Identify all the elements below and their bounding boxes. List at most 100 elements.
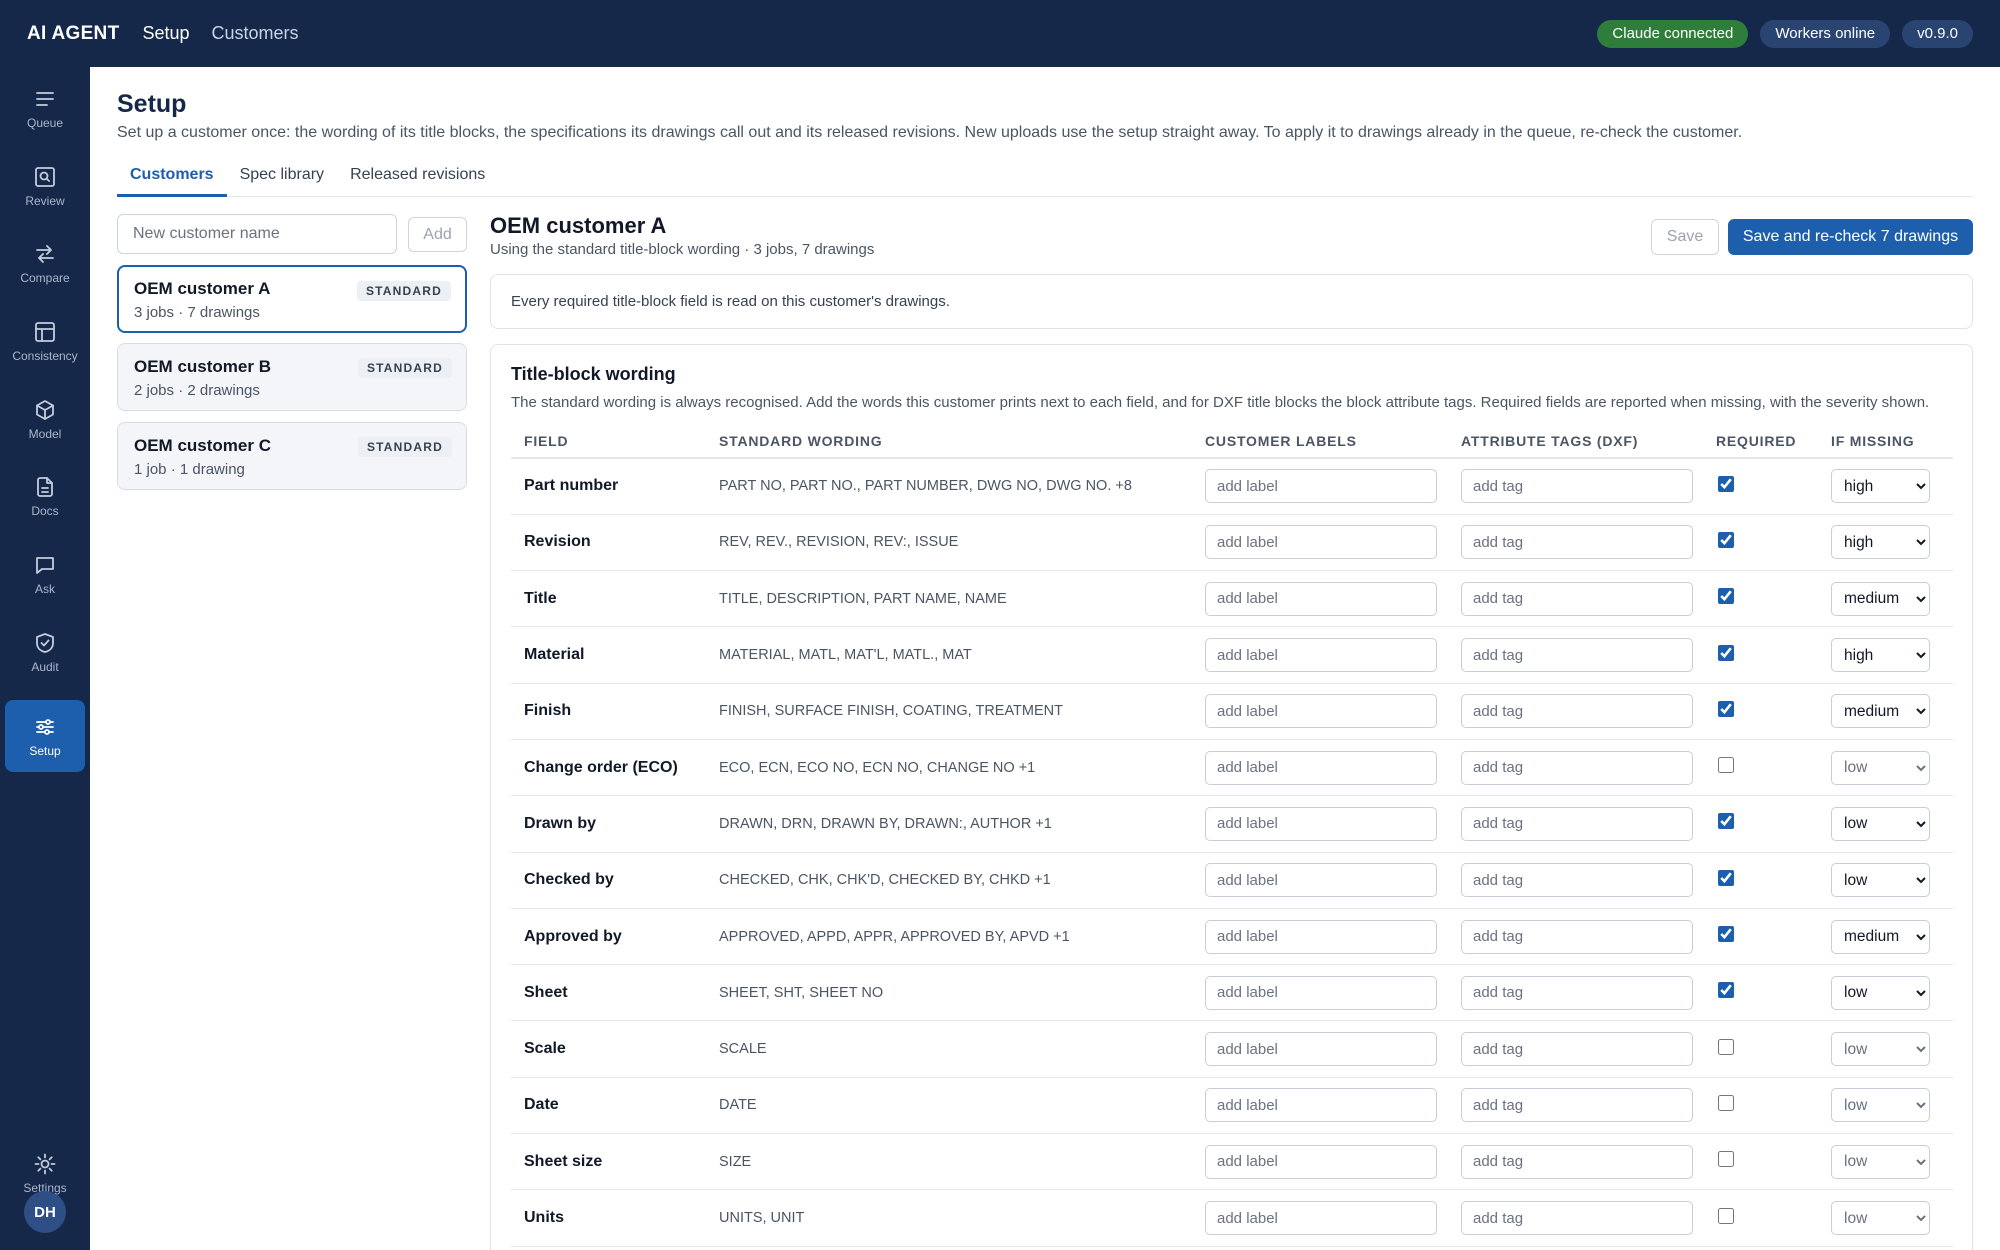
attribute-tag-input[interactable] [1461, 469, 1693, 504]
attribute-tag-input[interactable] [1461, 919, 1693, 954]
tab-spec-library[interactable]: Spec library [227, 161, 337, 197]
severity-select[interactable]: highmediumlow [1831, 750, 1930, 785]
severity-select[interactable]: highmediumlow [1831, 975, 1930, 1010]
column-header: CUSTOMER LABELS [1192, 425, 1448, 459]
sidebar-item-ask[interactable]: Ask [5, 538, 85, 610]
tab-released-revisions[interactable]: Released revisions [337, 161, 498, 197]
add-customer-button[interactable]: Add [408, 217, 467, 252]
customer-label-input[interactable] [1205, 863, 1437, 898]
attribute-tag-input[interactable] [1461, 694, 1693, 729]
required-checkbox[interactable] [1718, 813, 1734, 830]
customer-label-input[interactable] [1205, 525, 1437, 560]
customer-label-input[interactable] [1205, 694, 1437, 729]
model-icon [36, 399, 54, 420]
customer-meta: 2 jobs · 2 drawings [134, 382, 260, 399]
sidebar-item-queue[interactable]: Queue [5, 72, 85, 144]
attribute-tag-input[interactable] [1461, 1088, 1693, 1123]
sidebar-item-audit[interactable]: Audit [5, 616, 85, 688]
required-checkbox[interactable] [1718, 757, 1734, 774]
customer-card-b[interactable]: OEM customer B 2 jobs · 2 drawings STAND… [117, 343, 467, 411]
field-name: Material [511, 626, 706, 684]
required-cell [1703, 1077, 1818, 1135]
brand-logo[interactable]: AI AGENT [27, 23, 119, 45]
avatar[interactable]: DH [24, 1191, 66, 1233]
severity-select[interactable]: highmediumlow [1831, 525, 1930, 560]
attribute-tag-input[interactable] [1461, 525, 1693, 560]
customer-label-input[interactable] [1205, 1088, 1437, 1123]
required-checkbox[interactable] [1718, 588, 1734, 605]
customer-labels-cell [1192, 683, 1448, 740]
customer-labels-cell [1192, 570, 1448, 628]
customer-label-input[interactable] [1205, 1144, 1437, 1179]
sidebar-item-consistency[interactable]: Consistency [5, 305, 85, 377]
required-cell [1703, 964, 1818, 1022]
topnav-customers[interactable]: Customers [212, 23, 299, 44]
standard-wording: SCALE [706, 1020, 1192, 1078]
severity-select[interactable]: highmediumlow [1831, 919, 1930, 954]
save-recheck-button[interactable]: Save and re-check 7 drawings [1728, 219, 1973, 255]
sidebar-item-model[interactable]: Model [5, 383, 85, 455]
attribute-tag-input[interactable] [1461, 638, 1693, 673]
attribute-tag-input[interactable] [1461, 750, 1693, 785]
customer-label-input[interactable] [1205, 806, 1437, 841]
required-checkbox[interactable] [1718, 700, 1734, 717]
attribute-tag-input[interactable] [1461, 581, 1693, 616]
customer-label-input[interactable] [1205, 638, 1437, 673]
severity-select[interactable]: highmediumlow [1831, 806, 1930, 841]
customer-labels-cell [1192, 739, 1448, 797]
sidebar-item-docs[interactable]: Docs [5, 460, 85, 532]
required-cell [1703, 1189, 1818, 1247]
required-checkbox[interactable] [1718, 1094, 1734, 1111]
severity-select[interactable]: highmediumlow [1831, 1032, 1930, 1067]
customer-label-input[interactable] [1205, 919, 1437, 954]
docs-icon [37, 476, 53, 497]
customer-label-input[interactable] [1205, 581, 1437, 616]
field-name: Date [511, 1077, 706, 1135]
new-customer-input[interactable] [117, 214, 397, 254]
severity-select[interactable]: highmediumlow [1831, 469, 1930, 504]
required-checkbox[interactable] [1718, 926, 1734, 943]
customer-label-input[interactable] [1205, 469, 1437, 504]
required-checkbox[interactable] [1718, 869, 1734, 886]
required-checkbox[interactable] [1718, 644, 1734, 661]
attribute-tag-input[interactable] [1461, 806, 1693, 841]
severity-select[interactable]: highmediumlow [1831, 581, 1930, 616]
required-checkbox[interactable] [1718, 982, 1734, 999]
attribute-tag-input[interactable] [1461, 863, 1693, 898]
customer-card-c[interactable]: OEM customer C 1 job · 1 drawing STANDAR… [117, 422, 467, 490]
standard-wording: UNITS, UNIT [706, 1189, 1192, 1247]
severity-select[interactable]: highmediumlow [1831, 638, 1930, 673]
required-checkbox[interactable] [1718, 475, 1734, 492]
table-row: Checked by CHECKED, CHK, CHK'D, CHECKED B… [511, 852, 1953, 909]
attribute-tag-input[interactable] [1461, 1144, 1693, 1179]
sidebar-item-review[interactable]: Review [5, 150, 85, 222]
customer-label-input[interactable] [1205, 1032, 1437, 1067]
attribute-tag-input[interactable] [1461, 1201, 1693, 1235]
required-checkbox[interactable] [1718, 531, 1734, 548]
save-button[interactable]: Save [1651, 219, 1719, 255]
customer-label-input[interactable] [1205, 750, 1437, 785]
severity-select[interactable]: highmediumlow [1831, 1201, 1930, 1235]
topnav-setup[interactable]: Setup [142, 23, 189, 44]
attribute-tag-input[interactable] [1461, 975, 1693, 1010]
severity-select[interactable]: highmediumlow [1831, 1088, 1930, 1123]
attribute-tag-input[interactable] [1461, 1032, 1693, 1067]
sidebar-item-setup[interactable]: Setup [5, 700, 85, 772]
customer-label-input[interactable] [1205, 975, 1437, 1010]
required-checkbox[interactable] [1718, 1207, 1734, 1224]
severity-select[interactable]: highmediumlow [1831, 694, 1930, 729]
severity-select[interactable]: highmediumlow [1831, 863, 1930, 898]
customer-card-a[interactable]: OEM customer A 3 jobs · 7 drawings STAND… [117, 265, 467, 333]
required-checkbox[interactable] [1718, 1151, 1734, 1168]
customer-label-input[interactable] [1205, 1201, 1437, 1235]
tab-customers[interactable]: Customers [117, 161, 227, 197]
review-icon [35, 166, 55, 187]
table-row: ScaleSCALE highmediumlow [511, 1020, 1953, 1078]
severity-select[interactable]: highmediumlow [1831, 1144, 1930, 1179]
required-checkbox[interactable] [1718, 1038, 1734, 1055]
sidebar-item-compare[interactable]: Compare [5, 227, 85, 299]
severity-cell: highmediumlow [1818, 514, 1953, 572]
field-name: Checked by [511, 852, 706, 909]
severity-cell: highmediumlow [1818, 626, 1953, 684]
severity-cell: highmediumlow [1818, 964, 1953, 1022]
